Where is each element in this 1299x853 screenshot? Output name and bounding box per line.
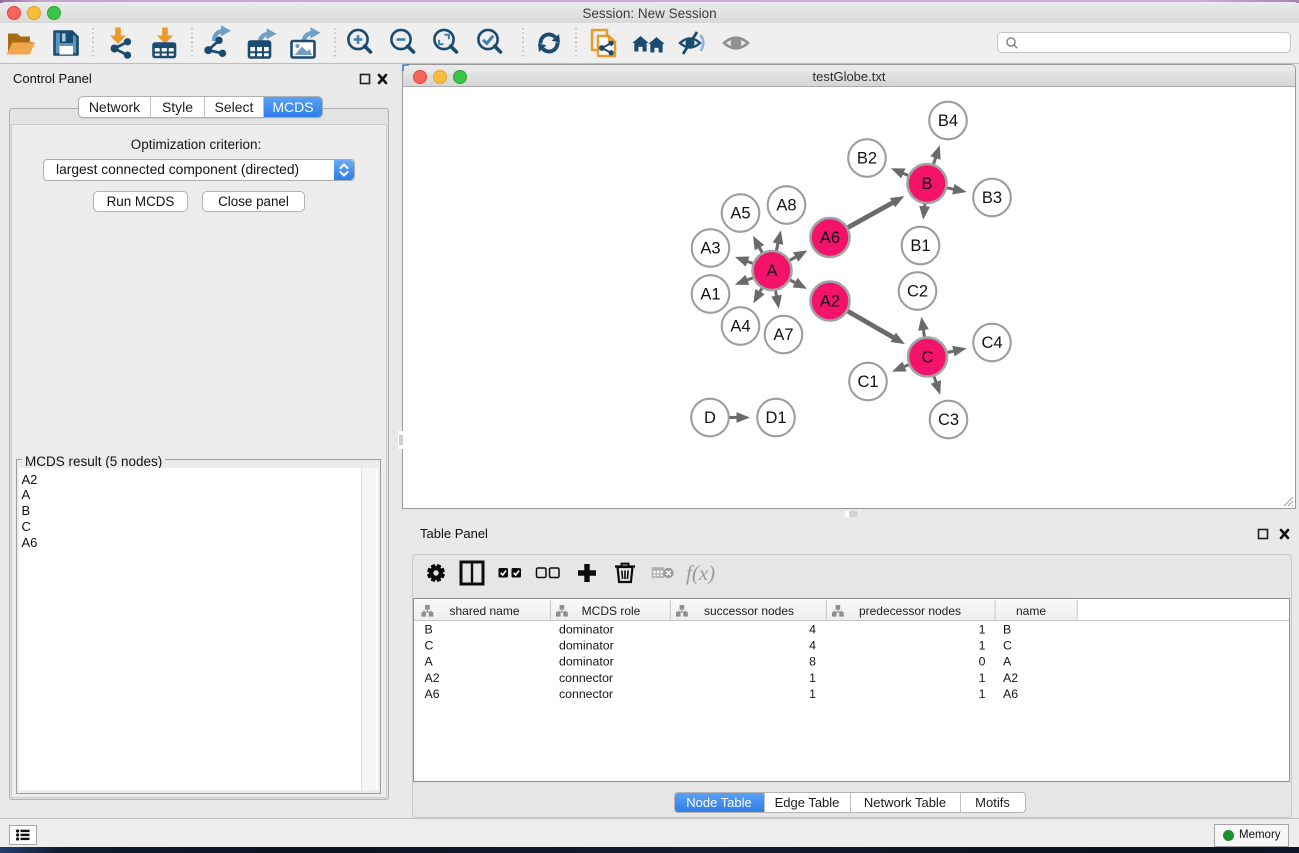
svg-text:B1: B1	[910, 237, 930, 255]
svg-text:4: 4	[809, 638, 816, 652]
svg-text:B: B	[425, 622, 433, 636]
svg-text:dominator: dominator	[559, 638, 614, 652]
svg-text:MCDS role: MCDS role	[582, 604, 641, 618]
svg-text:D1: D1	[765, 409, 786, 427]
svg-text:A2: A2	[1003, 670, 1018, 684]
svg-text:1: 1	[979, 670, 986, 684]
svg-text:A: A	[1003, 654, 1012, 668]
svg-text:B: B	[921, 175, 932, 193]
svg-text:B: B	[1003, 622, 1011, 636]
svg-text:dominator: dominator	[559, 622, 614, 636]
svg-text:1: 1	[809, 686, 816, 700]
svg-text:8: 8	[809, 654, 816, 668]
svg-text:A5: A5	[730, 204, 750, 222]
svg-text:C2: C2	[907, 282, 928, 300]
svg-text:C1: C1	[857, 373, 878, 391]
svg-text:A: A	[766, 262, 777, 280]
svg-text:1: 1	[809, 670, 816, 684]
svg-text:B2: B2	[857, 149, 877, 167]
svg-text:C4: C4	[981, 334, 1002, 352]
svg-text:dominator: dominator	[559, 654, 614, 668]
svg-text:D: D	[704, 409, 716, 427]
svg-text:1: 1	[979, 638, 986, 652]
svg-text:C: C	[1003, 638, 1012, 652]
svg-text:0: 0	[979, 654, 986, 668]
svg-text:1: 1	[979, 622, 986, 636]
svg-text:A8: A8	[776, 196, 796, 214]
svg-text:A7: A7	[773, 326, 793, 344]
svg-text:A6: A6	[820, 229, 840, 247]
svg-text:successor nodes: successor nodes	[704, 604, 794, 618]
svg-text:C: C	[425, 638, 434, 652]
svg-text:predecessor nodes: predecessor nodes	[859, 604, 961, 618]
svg-text:shared name: shared name	[449, 604, 519, 618]
svg-text:C3: C3	[938, 411, 959, 429]
svg-text:A: A	[425, 654, 434, 668]
svg-text:f(x): f(x)	[686, 561, 715, 585]
svg-text:A6: A6	[425, 686, 440, 700]
svg-text:4: 4	[809, 622, 816, 636]
svg-text:A2: A2	[425, 670, 440, 684]
svg-text:A1: A1	[700, 285, 720, 303]
svg-text:connector: connector	[559, 670, 613, 684]
svg-text:A3: A3	[700, 239, 720, 257]
svg-text:A4: A4	[730, 317, 750, 335]
svg-text:A6: A6	[1003, 686, 1018, 700]
svg-text:B3: B3	[982, 189, 1002, 207]
svg-text:C: C	[922, 348, 934, 366]
svg-text:connector: connector	[559, 686, 613, 700]
svg-text:B4: B4	[938, 112, 958, 130]
svg-text:A2: A2	[820, 292, 840, 310]
svg-text:1: 1	[979, 686, 986, 700]
svg-text:name: name	[1016, 604, 1046, 618]
